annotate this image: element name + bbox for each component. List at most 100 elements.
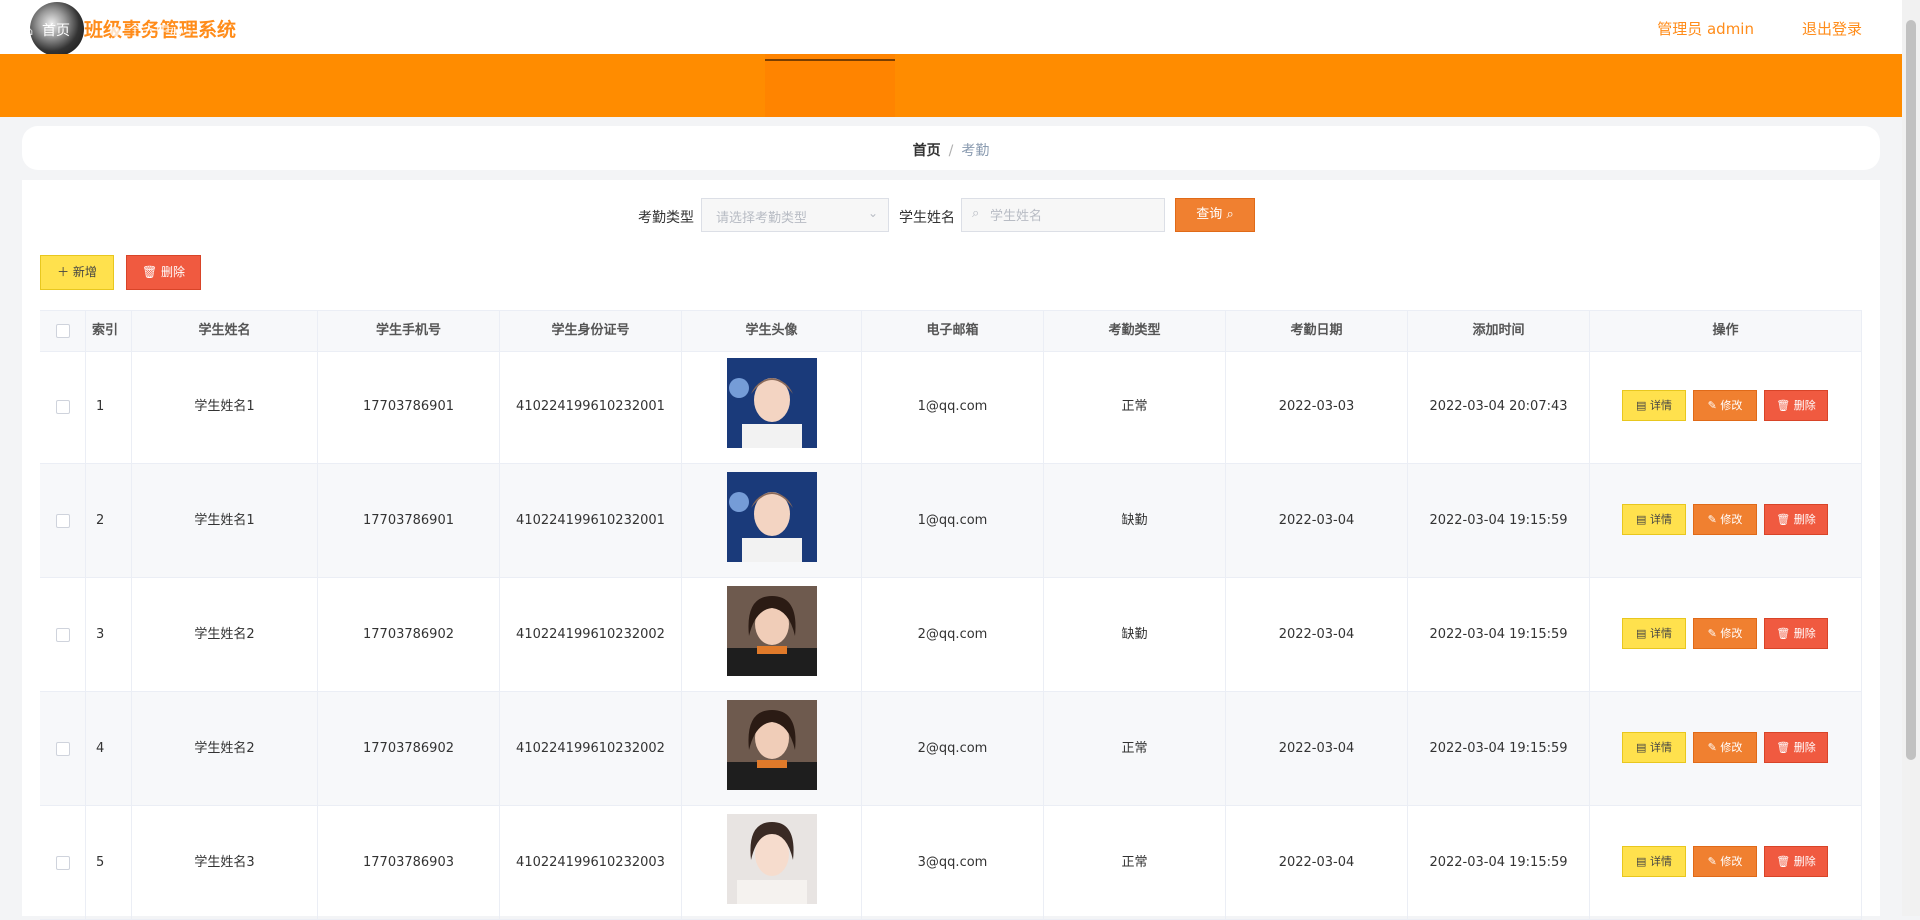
- pencil-icon: ✎: [1707, 399, 1717, 412]
- breadcrumb-separator: /: [948, 143, 954, 159]
- student-id-card: 410224199610232001: [500, 350, 682, 464]
- edit-button[interactable]: ✎ 修改: [1693, 846, 1757, 877]
- attendance-type-select[interactable]: 请选择考勤类型 ⌄: [701, 198, 889, 232]
- document-icon: ▥: [1047, 24, 1061, 39]
- trash-icon: 🗑: [1776, 399, 1791, 412]
- batch-delete-button[interactable]: 🗑 删除: [126, 255, 201, 290]
- pencil-icon: ✎: [1707, 627, 1717, 640]
- student-name-input[interactable]: [988, 205, 1162, 227]
- student-name-label: 学生姓名: [899, 210, 955, 226]
- row-select[interactable]: [40, 692, 86, 806]
- row-index: 2: [86, 464, 132, 578]
- breadcrumb-current: 考勤: [961, 143, 990, 159]
- edit-label: 修改: [1720, 627, 1743, 640]
- nav-item-class[interactable]: ▢ 班级管理 ▾: [395, 0, 480, 63]
- student-name-field[interactable]: ⌕: [961, 198, 1165, 232]
- attendance-date: 2022-03-03: [1226, 350, 1408, 464]
- attendance-type: 正常: [1044, 806, 1226, 920]
- power-icon: ⏻: [1178, 24, 1190, 39]
- edit-button[interactable]: ✎ 修改: [1693, 390, 1757, 421]
- actions-cell: ▤ 详情 ✎ 修改 🗑 删除: [1590, 692, 1862, 806]
- row-checkbox[interactable]: [55, 627, 70, 642]
- grid-icon: ▦: [655, 24, 669, 39]
- page-scrollbar[interactable]: [1902, 0, 1920, 916]
- added-time: 2022-03-04 19:15:59: [1408, 806, 1590, 920]
- row-select[interactable]: [40, 350, 86, 464]
- row-checkbox[interactable]: [55, 741, 70, 756]
- detail-button[interactable]: ▤ 详情: [1622, 732, 1686, 763]
- select-all-checkbox[interactable]: [55, 323, 70, 338]
- delete-button[interactable]: 🗑 删除: [1764, 618, 1828, 649]
- table-row: 2 学生姓名1 17703786901 410224199610232001 1…: [40, 464, 1862, 578]
- trash-icon: 🗑: [1776, 855, 1791, 868]
- query-button[interactable]: 查询 ⌕: [1175, 198, 1255, 232]
- logout-link[interactable]: 退出登录: [1802, 18, 1862, 39]
- student-name: 学生姓名2: [132, 692, 318, 806]
- row-index: 1: [86, 350, 132, 464]
- edit-button[interactable]: ✎ 修改: [1693, 732, 1757, 763]
- detail-button[interactable]: ▤ 详情: [1622, 618, 1686, 649]
- trash-icon: 🗑: [141, 265, 158, 279]
- detail-button[interactable]: ▤ 详情: [1622, 846, 1686, 877]
- avatar-cell: [682, 806, 862, 920]
- avatar-cell: [682, 578, 862, 692]
- nav-item-personal[interactable]: ● 个人中心 ▾: [108, 0, 193, 63]
- delete-button[interactable]: 🗑 删除: [1764, 732, 1828, 763]
- admin-name: 管理员 admin: [1657, 20, 1754, 38]
- chevron-down-icon: ▾: [1387, 28, 1392, 38]
- delete-button[interactable]: 🗑 删除: [1764, 504, 1828, 535]
- column-header: 添加时间: [1408, 311, 1590, 351]
- nav-item-attendance[interactable]: ▤ 考勤管理 ▾: [765, 0, 895, 61]
- nav-item-basic-data[interactable]: ▣ 基础数据管理 ▾: [238, 0, 351, 63]
- table-row: 5 学生姓名3 17703786903 410224199610232003 3…: [40, 806, 1862, 920]
- detail-label: 详情: [1649, 627, 1672, 640]
- header-select-all[interactable]: [40, 311, 86, 351]
- delete-button[interactable]: 🗑 删除: [1764, 390, 1828, 421]
- attendance-date: 2022-03-04: [1226, 578, 1408, 692]
- nav-label: 基础数据管理: [258, 23, 342, 39]
- row-checkbox[interactable]: [55, 513, 70, 528]
- row-checkbox[interactable]: [55, 855, 70, 870]
- nav-item-teacher[interactable]: ▦ 老师管理 ▾: [655, 0, 740, 63]
- nav-item-grades[interactable]: ▭ 成绩管理 ▾: [917, 0, 1002, 63]
- nav-item-leave[interactable]: ▥ 请假管理 ▾: [1047, 0, 1132, 63]
- document-icon: ▤: [1636, 627, 1647, 640]
- detail-button[interactable]: ▤ 详情: [1622, 390, 1686, 421]
- nav-item-homework[interactable]: ▯ 作业管理 ▾: [1307, 0, 1392, 63]
- add-button[interactable]: ＋ 新增: [40, 255, 114, 290]
- column-header: 学生姓名: [132, 311, 318, 351]
- row-select[interactable]: [40, 464, 86, 578]
- breadcrumb-home[interactable]: 首页: [913, 143, 941, 159]
- delete-label: 删除: [1793, 513, 1816, 526]
- nav-item-student[interactable]: ⏻ 学生管理 ▾: [1177, 0, 1262, 63]
- delete-label: 删除: [1793, 741, 1816, 754]
- student-id-card: 410224199610232002: [500, 578, 682, 692]
- scrollbar-thumb[interactable]: [1906, 20, 1916, 760]
- detail-label: 详情: [1649, 855, 1672, 868]
- pencil-icon: ✎: [1707, 741, 1717, 754]
- nav-item-home[interactable]: ⌂ 首页: [22, 0, 70, 63]
- breadcrumb-card: 首页 / 考勤: [22, 126, 1880, 170]
- actions-cell: ▤ 详情 ✎ 修改 🗑 删除: [1590, 578, 1862, 692]
- delete-button[interactable]: 🗑 删除: [1764, 846, 1828, 877]
- edit-button[interactable]: ✎ 修改: [1693, 504, 1757, 535]
- actions-cell: ▤ 详情 ✎ 修改 🗑 删除: [1590, 350, 1862, 464]
- row-select[interactable]: [40, 578, 86, 692]
- row-select[interactable]: [40, 806, 86, 920]
- student-name: 学生姓名2: [132, 578, 318, 692]
- detail-label: 详情: [1649, 741, 1672, 754]
- row-index: 4: [86, 692, 132, 806]
- chevron-down-icon: ⌄: [867, 206, 878, 220]
- nav-item-rewards[interactable]: ≡ 奖惩管理 ▾: [525, 0, 610, 63]
- edit-button[interactable]: ✎ 修改: [1693, 618, 1757, 649]
- row-checkbox[interactable]: [55, 399, 70, 414]
- detail-button[interactable]: ▤ 详情: [1622, 504, 1686, 535]
- chevron-down-icon: ▾: [1257, 28, 1262, 38]
- attendance-type: 缺勤: [1044, 578, 1226, 692]
- table-header: 索引 学生姓名 学生手机号 学生身份证号 学生头像 电子邮箱 考勤类型 考勤日期…: [40, 310, 1862, 352]
- detail-label: 详情: [1649, 513, 1672, 526]
- student-email: 2@qq.com: [862, 578, 1044, 692]
- column-header: 电子邮箱: [862, 311, 1044, 351]
- chevron-down-icon: ▾: [188, 28, 193, 38]
- document-icon: ▤: [1636, 741, 1647, 754]
